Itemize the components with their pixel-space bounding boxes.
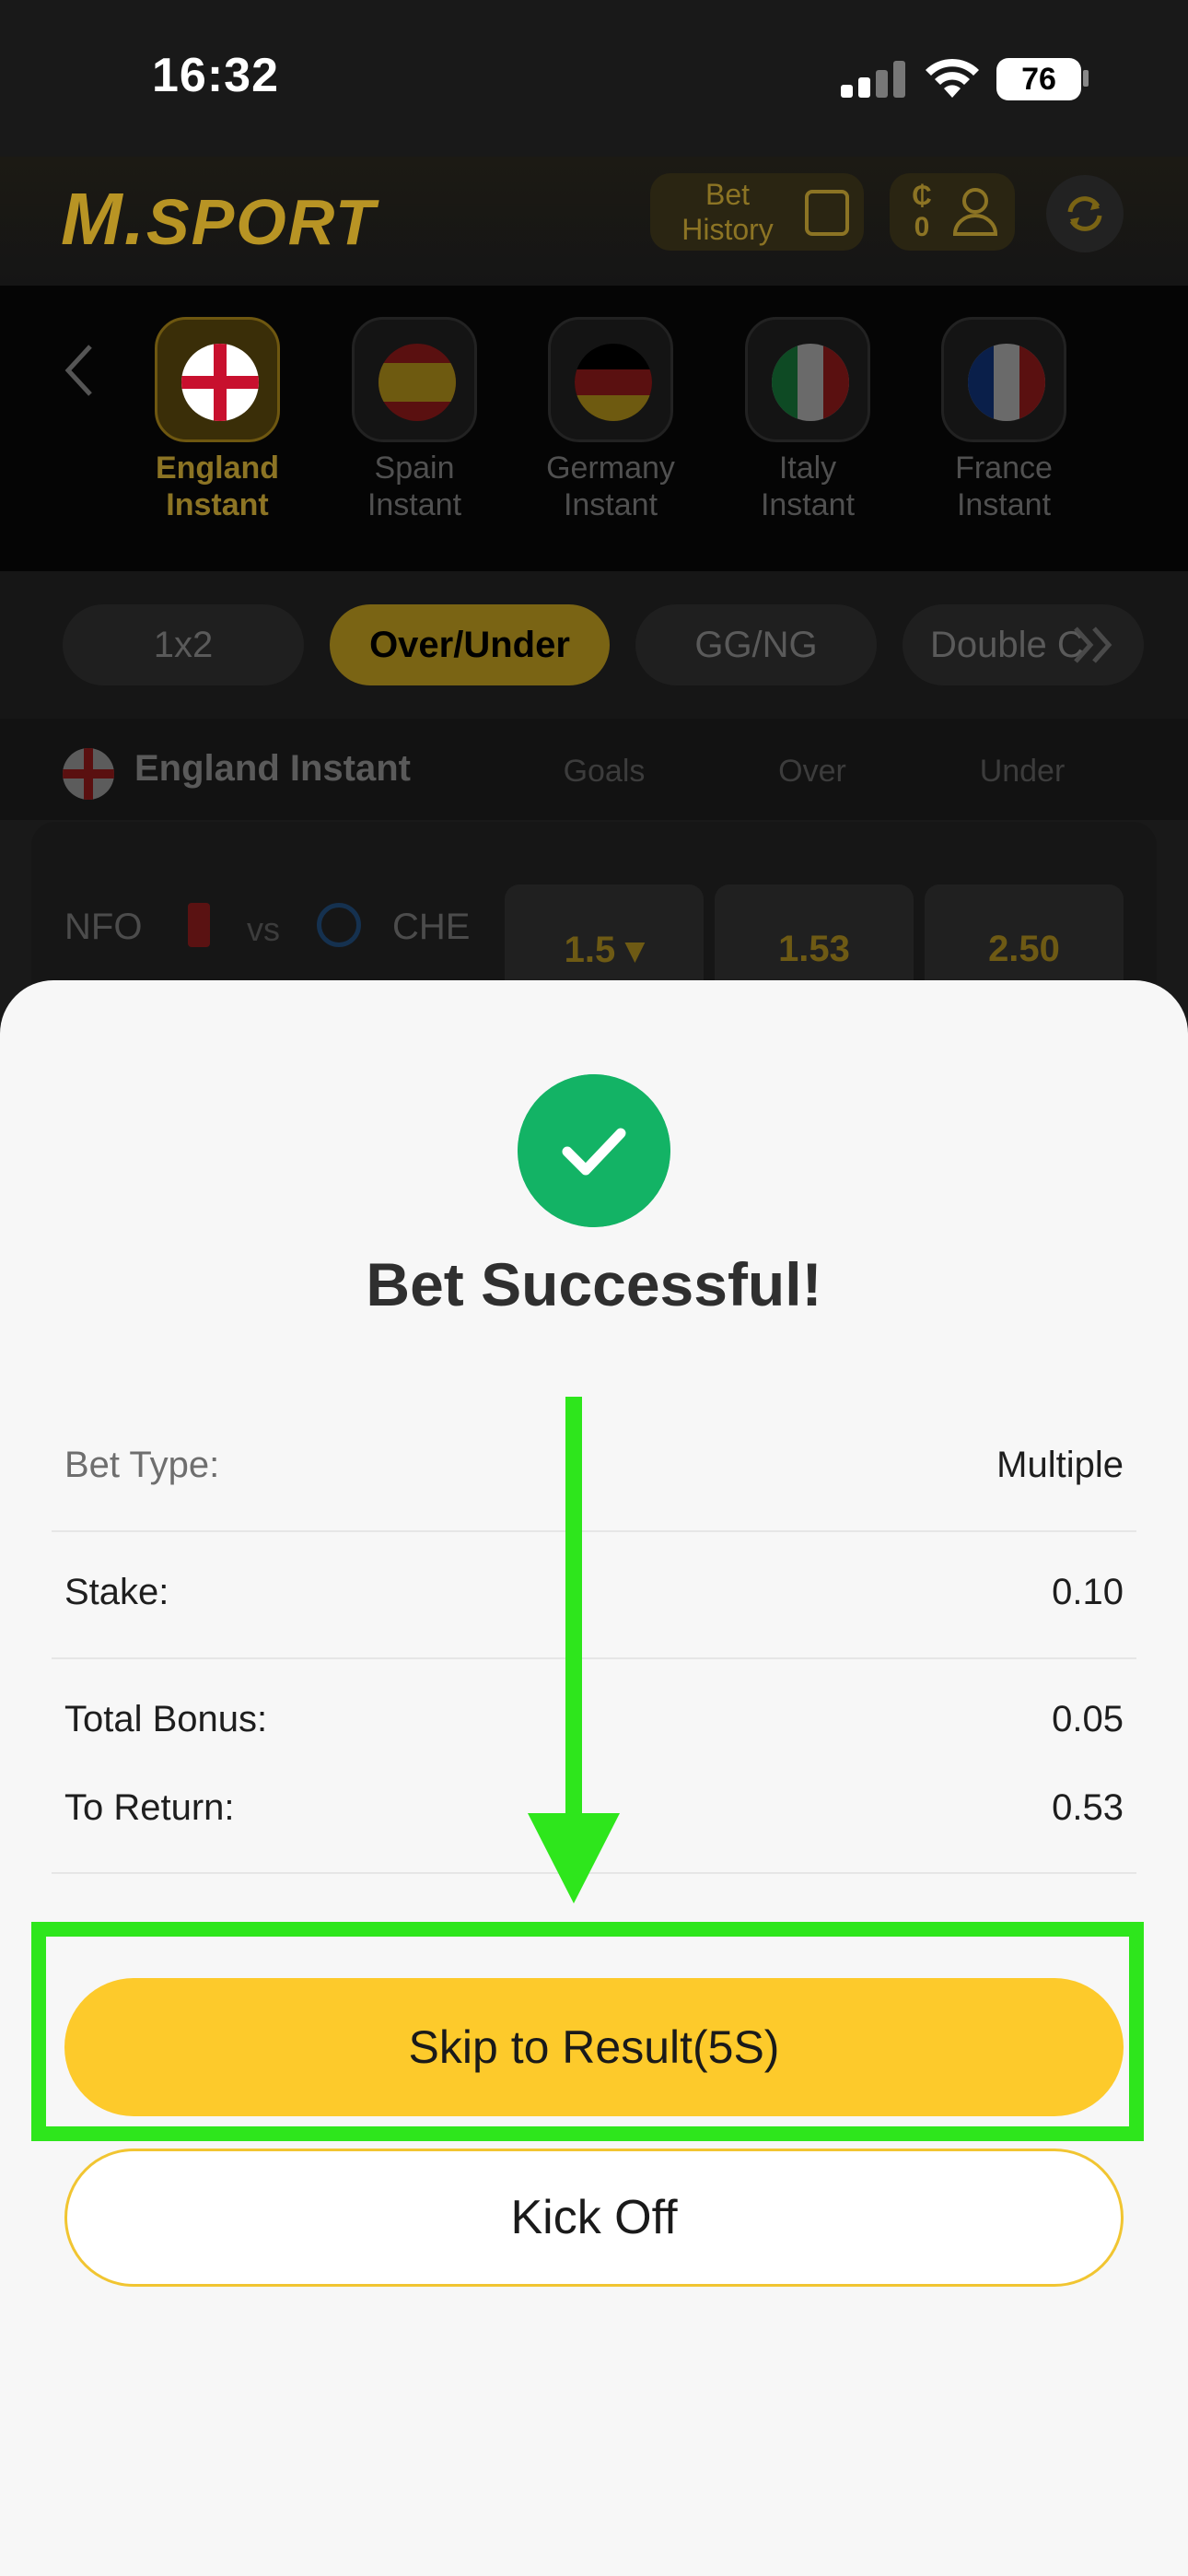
- status-time: 16:32: [152, 49, 279, 102]
- currency-symbol: ₵: [912, 181, 932, 211]
- league-name: Germany: [546, 451, 675, 486]
- stake-label: Stake:: [64, 1572, 169, 1612]
- league-type: Instant: [367, 487, 462, 522]
- bet-success-sheet: Bet Successful! Bet Type: Multiple Stake…: [0, 980, 1188, 2576]
- wifi-icon: [926, 58, 979, 98]
- goals-line: 1.5: [564, 930, 616, 970]
- kick-off-button[interactable]: Kick Off: [64, 2149, 1124, 2287]
- league-type: Instant: [563, 487, 658, 522]
- france-flag-icon: [968, 344, 1045, 421]
- column-over: Over: [778, 754, 846, 789]
- spain-flag-icon: [379, 344, 456, 421]
- league-france-instant[interactable]: France Instant: [916, 317, 1091, 523]
- home-team: NFO: [64, 907, 143, 947]
- to-return-value: 0.53: [1052, 1787, 1124, 1828]
- league-name: Spain: [374, 451, 455, 486]
- vs-label: vs: [247, 910, 280, 948]
- checkmark-icon: [518, 1074, 670, 1227]
- italy-flag-icon: [772, 344, 849, 421]
- league-type: Instant: [166, 487, 269, 522]
- column-goals: Goals: [563, 754, 646, 789]
- league-name: England: [155, 451, 280, 486]
- status-bar: 16:32 76: [0, 0, 1188, 157]
- tab-over-under[interactable]: Over/Under: [330, 604, 610, 685]
- tab-gg-ng[interactable]: GG/NG: [635, 604, 877, 685]
- balance-value: 0: [914, 212, 930, 242]
- match-row: NFO vs CHE 1.5 ▾ 1.53 2.50: [31, 822, 1157, 1013]
- league-header-row: England Instant Goals Over Under: [0, 719, 1188, 820]
- msport-logo[interactable]: M.SPORT: [61, 177, 377, 262]
- nfo-crest-icon: [173, 899, 225, 951]
- league-spain-instant[interactable]: Spain Instant: [327, 317, 502, 523]
- app-header: M.SPORT Bet History ₵ 0: [0, 157, 1188, 286]
- annotation-arrow-line: [565, 1397, 582, 1839]
- league-name: Italy: [778, 451, 837, 486]
- account-button[interactable]: ₵ 0: [890, 173, 1015, 251]
- to-return-label: To Return:: [64, 1787, 235, 1828]
- stake-value: 0.10: [1052, 1572, 1124, 1612]
- bet-type-label: Bet Type:: [64, 1445, 220, 1485]
- signal-icon: [841, 61, 905, 98]
- battery-cap: [1083, 70, 1089, 87]
- league-england-instant[interactable]: England Instant: [130, 317, 305, 523]
- success-title: Bet Successful!: [366, 1250, 822, 1318]
- bet-type-value: Multiple: [996, 1445, 1124, 1485]
- bet-history-label-1: Bet: [705, 178, 751, 211]
- league-type: Instant: [956, 487, 1052, 522]
- caret-down-icon: ▾: [615, 930, 645, 970]
- chevron-left-icon[interactable]: [63, 343, 96, 398]
- divider: [52, 1657, 1136, 1659]
- user-icon: [952, 188, 998, 236]
- league-germany-instant[interactable]: Germany Instant: [523, 317, 698, 523]
- league-title: England Instant: [134, 748, 411, 789]
- column-under: Under: [979, 754, 1066, 789]
- league-type: Instant: [760, 487, 856, 522]
- league-italy-instant[interactable]: Italy Instant: [720, 317, 895, 523]
- germany-flag-icon: [575, 344, 652, 421]
- bet-history-button[interactable]: Bet History: [650, 173, 864, 251]
- bet-history-label-2: History: [681, 213, 774, 246]
- annotation-arrow-head: [528, 1813, 620, 1903]
- total-bonus-label: Total Bonus:: [64, 1699, 268, 1739]
- che-crest-icon: [313, 899, 365, 951]
- league-selector: England Instant Spain Instant Germany Insta…: [0, 286, 1188, 571]
- market-tabs: 1x2 Over/Under GG/NG Double C: [0, 571, 1188, 719]
- england-flag-icon: [63, 748, 114, 800]
- double-chevron-right-icon[interactable]: [1068, 619, 1120, 671]
- app-screen: 16:32 76 M.SPORT Bet History ₵ 0 England…: [0, 0, 1188, 2576]
- divider: [52, 1530, 1136, 1532]
- tab-1x2[interactable]: 1x2: [63, 604, 304, 685]
- annotation-highlight-box: [31, 1922, 1144, 2141]
- battery-indicator: 76: [996, 58, 1081, 100]
- league-name: France: [955, 451, 1053, 486]
- ticket-icon: [805, 190, 849, 236]
- total-bonus-value: 0.05: [1052, 1699, 1124, 1739]
- away-team: CHE: [392, 907, 471, 947]
- england-flag-icon: [181, 344, 259, 421]
- refresh-icon[interactable]: [1046, 175, 1124, 252]
